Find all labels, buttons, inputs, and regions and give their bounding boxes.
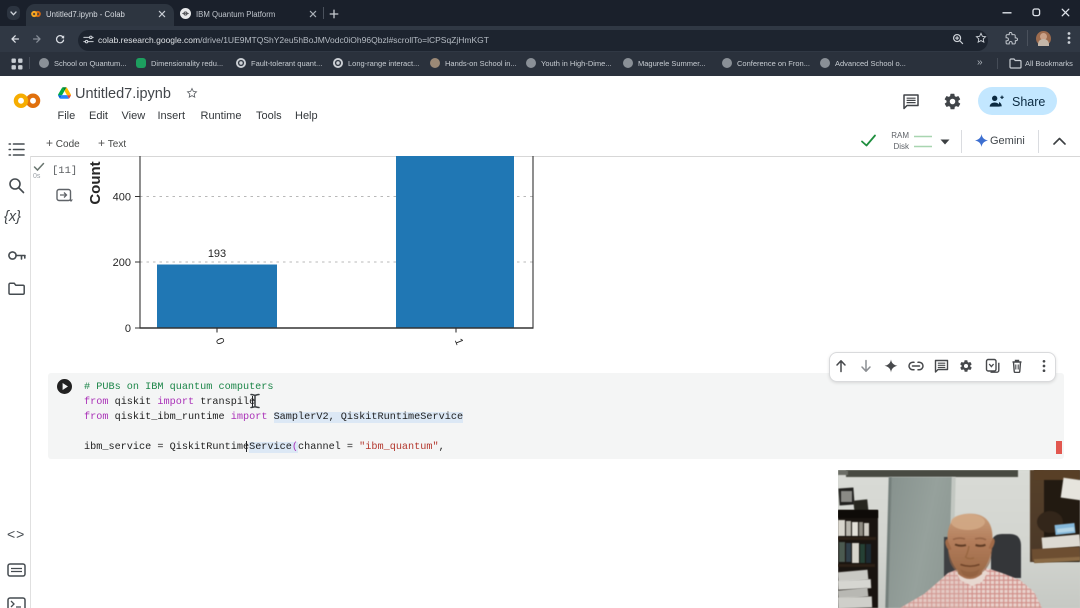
svg-text:1: 1	[452, 337, 465, 347]
svg-text:0: 0	[213, 336, 226, 346]
svg-text:193: 193	[208, 248, 226, 260]
svg-text:400: 400	[113, 192, 131, 204]
svg-text:Count: Count	[87, 161, 104, 204]
svg-text:200: 200	[113, 257, 131, 269]
svg-text:0: 0	[125, 323, 131, 335]
